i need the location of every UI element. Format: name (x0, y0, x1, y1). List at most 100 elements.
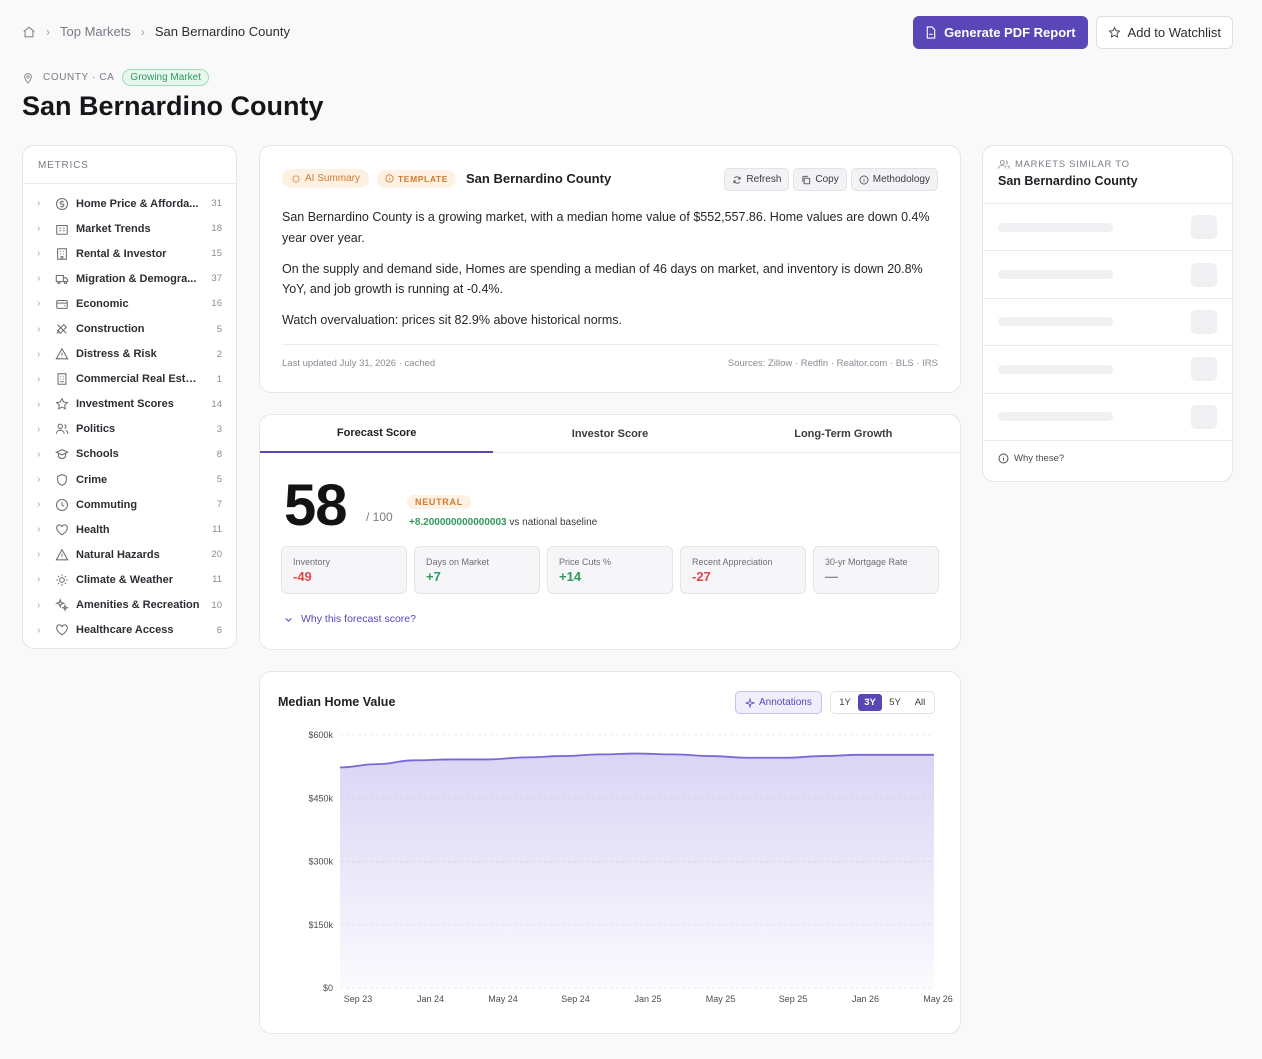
metric-category-count: 14 (211, 398, 222, 410)
chevron-right-icon: › (37, 423, 41, 435)
metric-category-label: Distress & Risk (76, 348, 157, 361)
chevron-right-icon: › (37, 599, 41, 611)
skeleton-text (998, 317, 1113, 327)
chevron-right-icon: › (37, 574, 41, 586)
factor-value: -49 (293, 569, 312, 584)
similar-subtitle: MARKETS SIMILAR TO (1015, 159, 1130, 170)
add-to-watchlist-button[interactable]: Add to Watchlist (1095, 16, 1233, 49)
metric-category-item[interactable]: › Amenities & Recreation 10 (23, 593, 236, 618)
market-meta: COUNTY · CA Growing Market (22, 69, 209, 86)
metric-category-label: Schools (76, 448, 119, 461)
median-home-value-card: Median Home Value Annotations 1Y 3Y 5Y All … (259, 671, 961, 1034)
building-icon (56, 224, 68, 235)
metric-category-label: Investment Scores (76, 398, 174, 411)
school-icon (55, 449, 69, 460)
y-tick-label: $150k (308, 920, 333, 930)
similar-title: San Bernardino County (998, 174, 1138, 188)
chevron-right-icon: › (37, 298, 41, 310)
metric-category-item[interactable]: › Home Price & Afforda... 31 (23, 191, 236, 216)
score-factors: Inventory -49 Days on Market +7 Price Cuts %… (281, 546, 939, 594)
metric-category-item[interactable]: › Healthcare Access 6 (23, 618, 236, 643)
metric-category-label: Migration & Demogra... (76, 272, 197, 285)
metric-category-count: 6 (216, 624, 222, 636)
metric-category-count: 16 (211, 298, 222, 310)
chevron-right-icon: › (37, 549, 41, 561)
tab-long-term-growth[interactable]: Long-Term Growth (727, 415, 960, 452)
home-value-chart: $0 $150k $300k $450k $600k Sep 23 Jan 24 May 24… (308, 730, 952, 1004)
baseline-label: vs national baseline (509, 517, 598, 528)
metric-category-item[interactable]: › Schools 8 (23, 442, 236, 467)
metric-category-item[interactable]: › Distress & Risk 2 (23, 342, 236, 367)
metric-category-item[interactable]: › Economic 16 (23, 291, 236, 316)
x-tick-label: Jan 25 (634, 994, 661, 1004)
refresh-button[interactable]: Refresh (724, 168, 790, 191)
metric-category-item[interactable]: › Politics 3 (23, 417, 236, 442)
info-icon (385, 174, 394, 183)
methodology-button[interactable]: Methodology (850, 168, 938, 191)
header-actions: Generate PDF Report Add to Watchlist (913, 16, 1233, 49)
rating-badge: NEUTRAL (407, 495, 471, 509)
info-icon (859, 175, 869, 184)
metric-category-count: 11 (212, 574, 222, 586)
metric-category-item[interactable]: › Crime 5 (23, 467, 236, 492)
factor-value: +7 (426, 569, 441, 584)
similar-market-placeholder (983, 394, 1232, 441)
people-icon (55, 424, 69, 435)
score-factor-tile: Days on Market +7 (414, 546, 540, 594)
factor-label: 30-yr Mortgage Rate (825, 557, 908, 567)
forecast-card: Forecast Score Investor Score Long-Term … (259, 414, 961, 650)
factor-label: Inventory (293, 557, 331, 567)
metric-category-count: 11 (212, 524, 222, 536)
x-tick-label: Jan 24 (417, 994, 444, 1004)
why-these-link[interactable]: Why these? (983, 441, 1232, 476)
chevron-down-icon (285, 617, 292, 622)
breadcrumb-top-markets[interactable]: Top Markets (60, 24, 131, 39)
metric-category-label: Market Trends (76, 222, 151, 235)
skeleton-score (1191, 404, 1217, 429)
forecast-score-max: / 100 (366, 510, 393, 524)
metrics-sidebar: METRICS › Home Price & Afforda... 31 › Marke… (22, 145, 237, 649)
metric-category-label: Commuting (76, 498, 138, 511)
metric-category-count: 2 (216, 348, 222, 360)
metric-category-count: 15 (211, 248, 222, 260)
factor-value: +14 (559, 569, 582, 584)
metric-category-item[interactable]: › Construction 5 (23, 316, 236, 341)
factor-label: Recent Appreciation (692, 557, 773, 567)
skeleton-text (998, 412, 1113, 422)
metric-category-item[interactable]: › Health 11 (23, 517, 236, 542)
chevron-right-icon: › (37, 248, 41, 260)
factor-value: — (825, 569, 838, 584)
ai-summary-badge: AI Summary (282, 169, 370, 188)
home-value-area (340, 753, 934, 988)
chevron-right-icon: › (37, 624, 41, 636)
generate-pdf-button[interactable]: Generate PDF Report (913, 16, 1088, 49)
metric-category-item[interactable]: › Migration & Demogra... 37 (23, 266, 236, 291)
home-icon[interactable] (22, 25, 36, 39)
dollar-icon (55, 197, 69, 210)
truck-icon (55, 274, 69, 284)
copy-button[interactable]: Copy (793, 168, 847, 191)
metric-category-item[interactable]: › Market Trends 18 (23, 216, 236, 241)
metric-category-item[interactable]: › Commuting 7 (23, 492, 236, 517)
metric-category-item[interactable]: › Natural Hazards 20 (23, 542, 236, 567)
similar-markets-card: MARKETS SIMILAR TO San Bernardino County… (982, 145, 1233, 482)
page-title: San Bernardino County (22, 91, 324, 121)
chevron-right-icon: › (37, 474, 41, 486)
skeleton-score (1191, 262, 1217, 287)
factor-label: Days on Market (426, 557, 490, 567)
score-factor-tile: Inventory -49 (281, 546, 407, 594)
tab-investor-score[interactable]: Investor Score (493, 415, 726, 452)
score-factor-tile: Recent Appreciation -27 (680, 546, 806, 594)
y-tick-label: $600k (308, 730, 333, 740)
tab-forecast-score[interactable]: Forecast Score (260, 415, 494, 453)
metric-category-item[interactable]: › Climate & Weather 11 (23, 567, 236, 592)
metric-category-item[interactable]: › Commercial Real Estate 1 (23, 367, 236, 392)
copy-icon (802, 175, 811, 184)
why-forecast-toggle[interactable]: Why this forecast score? (284, 613, 416, 625)
metric-category-item[interactable]: › Rental & Investor 15 (23, 241, 236, 266)
metric-category-item[interactable]: › Investment Scores 14 (23, 392, 236, 417)
star-icon (55, 397, 69, 411)
metric-category-count: 18 (211, 223, 222, 235)
metric-list: › Home Price & Afforda... 31 › Market Trends… (23, 184, 236, 643)
metric-category-count: 31 (211, 198, 222, 210)
